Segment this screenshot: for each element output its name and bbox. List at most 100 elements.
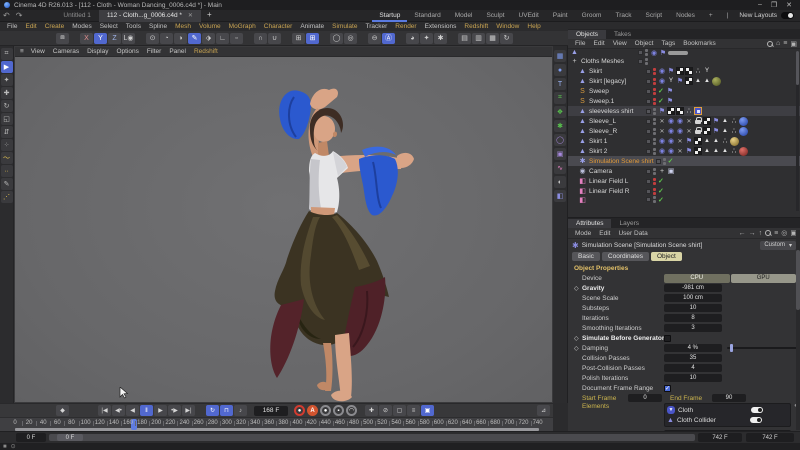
subdivision-icon[interactable]: ⌗ bbox=[554, 92, 566, 104]
material-sphere-tag[interactable] bbox=[712, 77, 721, 86]
visibility-dots[interactable] bbox=[645, 49, 648, 56]
viewport-hamburger-icon[interactable]: ≡ bbox=[18, 48, 26, 55]
viewport[interactable]: ≡ ViewCamerasDisplayOptionsFilterPanelRe… bbox=[14, 46, 553, 403]
current-frame-display[interactable]: 168 F bbox=[254, 406, 288, 416]
search-icon[interactable] bbox=[765, 230, 771, 236]
sphere-primitive-icon[interactable]: ● bbox=[554, 64, 566, 76]
viewport-menu-cameras[interactable]: Cameras bbox=[49, 48, 83, 55]
lock-tag[interactable] bbox=[694, 117, 702, 125]
cube-primitive-icon[interactable]: ▦ bbox=[554, 50, 566, 62]
layout-tab-+[interactable]: + bbox=[702, 10, 720, 22]
eye-tag[interactable]: ◉ bbox=[667, 137, 675, 145]
visibility-dots[interactable] bbox=[653, 168, 656, 175]
layout-1-icon[interactable]: ▤ bbox=[458, 33, 471, 44]
goto-start-button[interactable]: |◀ bbox=[98, 405, 111, 416]
visibility-dots[interactable] bbox=[653, 98, 656, 105]
eye-tag[interactable]: ◉ bbox=[658, 77, 666, 85]
mirror-tool-icon[interactable]: ⁘ bbox=[1, 139, 13, 151]
object-row[interactable]: ◧✓ bbox=[568, 196, 800, 203]
flag-tag[interactable]: ⚑ bbox=[685, 147, 693, 155]
brush-icon[interactable]: ⋰ bbox=[1, 191, 13, 203]
object-enable-checkbox[interactable] bbox=[646, 89, 651, 94]
checkerSel-tag[interactable] bbox=[685, 67, 693, 75]
menu-tracker[interactable]: Tracker bbox=[361, 23, 391, 30]
home-icon[interactable]: ⌂ bbox=[776, 40, 780, 47]
generator-check-icon[interactable]: ✓ bbox=[658, 177, 666, 185]
layout-tab-paint[interactable]: Paint bbox=[546, 10, 575, 22]
viewport-menu-redshift[interactable]: Redshift bbox=[190, 48, 222, 55]
start-frame-field[interactable]: 0 bbox=[628, 394, 662, 402]
checker-tag[interactable] bbox=[694, 147, 702, 155]
menu-edit[interactable]: Edit bbox=[21, 23, 40, 30]
minimize-button[interactable]: – bbox=[758, 1, 762, 9]
viewport-menu-display[interactable]: Display bbox=[83, 48, 112, 55]
keyframe-diamond-icon[interactable]: ◆ bbox=[56, 405, 69, 416]
pick-tool-icon[interactable]: ✦ bbox=[1, 74, 13, 86]
property-checkbox[interactable]: ✓ bbox=[664, 385, 671, 392]
property-field[interactable]: 35 bbox=[664, 354, 722, 362]
checker-tag[interactable] bbox=[685, 77, 693, 85]
object-enable-checkbox[interactable] bbox=[646, 109, 651, 114]
anim-diamond-icon[interactable]: ◇ bbox=[574, 335, 582, 342]
render-settings-icon[interactable]: ✱ bbox=[434, 33, 447, 44]
magnet-icon[interactable]: ∩ bbox=[254, 33, 267, 44]
autokey-a-icon[interactable]: Ⓐ bbox=[382, 33, 395, 44]
menu-spline[interactable]: Spline bbox=[145, 23, 171, 30]
corner-icon[interactable]: ∟ bbox=[216, 33, 229, 44]
keyframe-selection-button[interactable]: ● bbox=[320, 405, 331, 416]
eye-tag[interactable]: ◉ bbox=[667, 147, 675, 155]
maximize-button[interactable]: ❐ bbox=[771, 1, 777, 9]
lock-tag[interactable] bbox=[694, 127, 702, 135]
objects-menu-edit[interactable]: Edit bbox=[589, 40, 608, 47]
model-mode-icon[interactable]: ◔ bbox=[160, 33, 173, 44]
tab-objects[interactable]: Objects bbox=[568, 30, 606, 39]
circle-icon[interactable]: ◯ bbox=[330, 33, 343, 44]
motext-icon[interactable]: T bbox=[554, 78, 566, 90]
object-enable-checkbox[interactable] bbox=[638, 50, 643, 55]
layout-tab-standard[interactable]: Standard bbox=[407, 10, 447, 22]
visibility-dots[interactable] bbox=[653, 178, 656, 185]
checker-tag[interactable] bbox=[694, 137, 702, 145]
autokey-button[interactable]: A bbox=[307, 405, 318, 416]
menu-create[interactable]: Create bbox=[41, 23, 69, 30]
objects-menu-tags[interactable]: Tags bbox=[657, 40, 679, 47]
object-enable-checkbox[interactable] bbox=[646, 179, 651, 184]
knife-icon[interactable]: ✎ bbox=[1, 178, 13, 190]
layout-tab-uvedit[interactable]: UVEdit bbox=[512, 10, 546, 22]
tab-takes[interactable]: Takes bbox=[606, 30, 639, 39]
play-mode-button[interactable]: ⊓ bbox=[220, 405, 233, 416]
z-axis-button[interactable]: Z bbox=[108, 33, 121, 44]
object-enable-checkbox[interactable] bbox=[646, 139, 651, 144]
live-selection-icon[interactable]: ▶ bbox=[1, 61, 13, 73]
attributes-menu-user-data[interactable]: User Data bbox=[614, 230, 651, 237]
rotate-tool-icon[interactable]: ↻ bbox=[1, 100, 13, 112]
flag-tag[interactable]: ⚑ bbox=[712, 117, 720, 125]
expand-panel-icon[interactable]: ▣ bbox=[790, 40, 797, 48]
tri-tag[interactable]: ▲ bbox=[703, 137, 711, 145]
menu-mesh[interactable]: Mesh bbox=[171, 23, 195, 30]
range-slider-track[interactable]: 0 F bbox=[49, 434, 695, 441]
eye-tag[interactable]: ◉ bbox=[650, 49, 658, 56]
layout-2-icon[interactable]: ▥ bbox=[472, 33, 485, 44]
attr-tab-object[interactable]: Object bbox=[651, 252, 682, 261]
object-enable-checkbox[interactable] bbox=[646, 99, 651, 104]
object-row-sleeve-r[interactable]: ▲Sleeve_R✕◉◉✕⚑▲∴ bbox=[568, 126, 800, 136]
scale-tool-icon[interactable]: ◱ bbox=[1, 113, 13, 125]
menu-render[interactable]: Render bbox=[391, 23, 420, 30]
generator-gear-icon[interactable]: ✱ bbox=[554, 120, 566, 132]
dots-tag[interactable]: ∴ bbox=[730, 117, 738, 125]
material-sphere-tag[interactable] bbox=[739, 147, 748, 156]
x-tag[interactable]: ✕ bbox=[685, 127, 693, 135]
object-enable-checkbox[interactable] bbox=[646, 149, 651, 154]
quantize-icon[interactable]: ∪ bbox=[268, 33, 281, 44]
visibility-dots[interactable] bbox=[653, 118, 656, 125]
range-slider-thumb[interactable]: 0 F bbox=[57, 434, 83, 441]
flag-tag[interactable]: ⚑ bbox=[667, 67, 675, 75]
visibility-dots[interactable] bbox=[653, 196, 656, 203]
layout-tab-model[interactable]: Model bbox=[448, 10, 480, 22]
close-button[interactable]: ✕ bbox=[786, 1, 792, 9]
goto-end-button[interactable]: ▶| bbox=[182, 405, 195, 416]
visibility-dots[interactable] bbox=[653, 188, 656, 195]
grid-snap-icon[interactable]: ⊞ bbox=[306, 33, 319, 44]
point-icon[interactable]: ▫ bbox=[230, 33, 243, 44]
